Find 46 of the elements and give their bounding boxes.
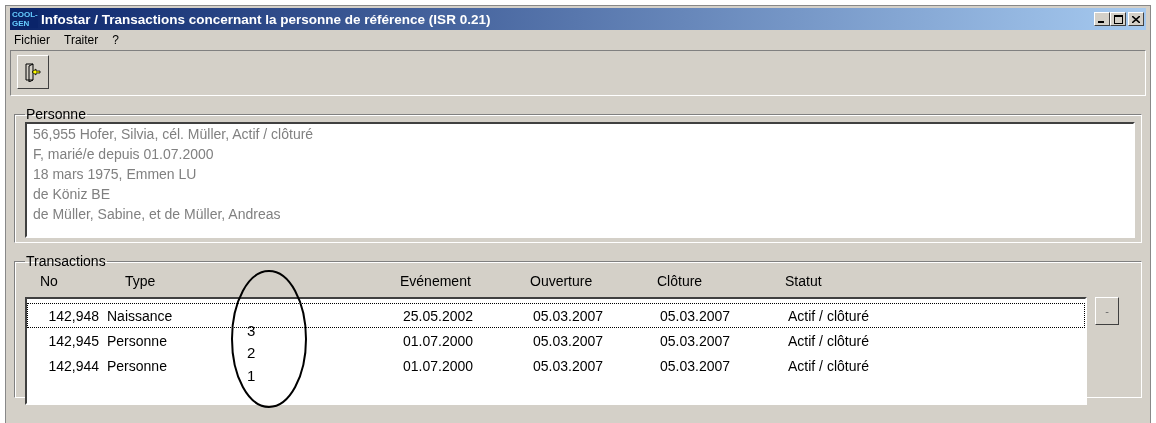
table-cell-text: Actif / clôturé — [788, 307, 870, 324]
table-cell-text: 05.03.2007 — [533, 332, 605, 349]
person-info-line: de Müller, Sabine, et de Müller, Andreas — [33, 205, 282, 224]
door-arrow-icon — [24, 62, 42, 82]
column-header: Ouverture — [530, 273, 594, 289]
menu-item[interactable]: Traiter — [63, 33, 100, 47]
menu-item[interactable]: ? — [111, 33, 120, 47]
close-icon — [1132, 15, 1140, 23]
menu-item[interactable]: Fichier — [13, 33, 51, 47]
annotation-number: 2 — [247, 345, 256, 361]
person-info-line: de Köniz BE — [33, 185, 112, 204]
table-cell-text: 01.07.2000 — [403, 332, 475, 349]
table-cell-text: 05.03.2007 — [660, 307, 732, 324]
side-button[interactable]: - — [1095, 297, 1119, 325]
window-title: Infostar / Transactions concernant la personne de référence (ISR 0.21) — [41, 11, 491, 27]
exit-door-button[interactable] — [17, 55, 49, 89]
table-cell-text: Personne — [106, 332, 168, 349]
column-header: Type — [124, 273, 157, 289]
column-header: Evénement — [400, 273, 472, 289]
table-cell-text: 05.03.2007 — [660, 332, 732, 349]
close-button[interactable] — [1128, 12, 1144, 26]
table-cell-text: Actif / clôturé — [788, 332, 870, 349]
column-header: Statut — [785, 273, 823, 289]
person-info-line: 18 mars 1975, Emmen LU — [33, 165, 198, 184]
person-info-line: F, marié/e depuis 01.07.2000 — [33, 145, 215, 164]
table-cell-text: Actif / clôturé — [788, 357, 870, 374]
app-logo-icon: COOL- GEN — [12, 10, 38, 28]
annotation-number: 1 — [247, 368, 256, 384]
table-cell-text: 142,944 — [47, 357, 100, 374]
group-title: Transactions — [25, 253, 107, 269]
table-cell-text: 01.07.2000 — [403, 357, 475, 374]
table-cell-text: 142,945 — [47, 332, 100, 349]
table-cell-text: 142,948 — [47, 307, 100, 324]
table-cell-text: Personne — [106, 357, 168, 374]
table-cell-text: Naissance — [106, 307, 174, 324]
minimize-button[interactable] — [1094, 12, 1110, 26]
maximize-button[interactable] — [1110, 12, 1126, 26]
table-cell-text: 05.03.2007 — [533, 307, 605, 324]
column-header: Clôture — [657, 273, 704, 289]
table-cell-text: 05.03.2007 — [533, 357, 605, 374]
group-title: Personne — [25, 106, 87, 122]
table-cell-text: 25.05.2002 — [403, 307, 475, 324]
person-info-line: 56,955 Hofer, Silvia, cél. Müller, Actif / clôturé — [33, 125, 315, 144]
maximize-icon — [1113, 14, 1123, 24]
table-cell-text: 05.03.2007 — [660, 357, 732, 374]
column-header: No — [39, 273, 59, 289]
